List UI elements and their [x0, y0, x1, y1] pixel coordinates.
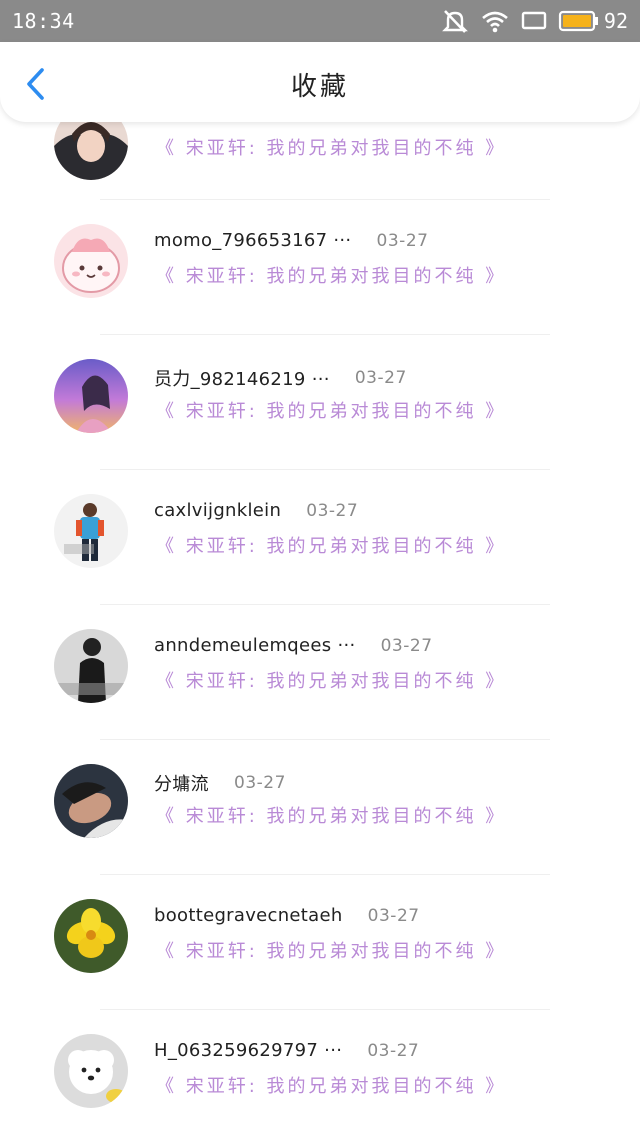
page-title: 收藏 — [290, 72, 349, 102]
user-name[interactable]: momo_796653167 ··· — [154, 230, 351, 251]
list-item[interactable]: 员力_982146219 ··· 03-27 《 宋亚轩: 我的兄弟对我目的不纯… — [0, 335, 640, 470]
item-date: 03-27 — [234, 773, 286, 793]
favorite-title[interactable]: 《 宋亚轩: 我的兄弟对我目的不纯 》 — [156, 1072, 506, 1098]
user-name[interactable]: boottegravecnetaeh — [154, 905, 343, 926]
nav-bar: 收藏 — [0, 42, 640, 122]
favorites-list[interactable]: 《 宋亚轩: 我的兄弟对我目的不纯 》 momo_796653167 ··· 0… — [0, 122, 640, 1138]
favorite-title[interactable]: 《 宋亚轩: 我的兄弟对我目的不纯 》 — [156, 667, 506, 693]
wifi-icon — [482, 11, 508, 33]
favorite-title[interactable]: 《 宋亚轩: 我的兄弟对我目的不纯 》 — [156, 532, 506, 558]
avatar[interactable] — [54, 122, 128, 180]
avatar[interactable] — [54, 629, 128, 703]
screen-icon — [521, 11, 547, 30]
list-item[interactable]: 《 宋亚轩: 我的兄弟对我目的不纯 》 — [0, 122, 640, 200]
list-item[interactable]: 分墉流 03-27 《 宋亚轩: 我的兄弟对我目的不纯 》 — [0, 740, 640, 875]
item-meta: 分墉流 03-27 — [154, 770, 286, 796]
item-date: 03-27 — [380, 635, 433, 656]
user-name[interactable]: H_063259629797 ··· — [154, 1040, 342, 1061]
item-meta: anndemeulemqees ··· 03-27 — [154, 635, 433, 656]
status-time: 18:34 — [12, 9, 75, 33]
favorite-title[interactable]: 《 宋亚轩: 我的兄弟对我目的不纯 》 — [156, 134, 506, 160]
item-date: 03-27 — [367, 905, 420, 926]
item-date: 03-27 — [376, 230, 429, 251]
item-date: 03-27 — [354, 368, 407, 388]
list-item[interactable]: anndemeulemqees ··· 03-27 《 宋亚轩: 我的兄弟对我目… — [0, 605, 640, 740]
user-name[interactable]: caxlvijgnklein — [154, 500, 281, 521]
item-meta: H_063259629797 ··· 03-27 — [154, 1040, 419, 1061]
favorite-title[interactable]: 《 宋亚轩: 我的兄弟对我目的不纯 》 — [156, 397, 506, 423]
avatar[interactable] — [54, 764, 128, 838]
avatar[interactable] — [54, 494, 128, 568]
battery-level: 92 — [603, 9, 628, 33]
item-meta: momo_796653167 ··· 03-27 — [154, 230, 428, 251]
list-item[interactable]: H_063259629797 ··· 03-27 《 宋亚轩: 我的兄弟对我目的… — [0, 1010, 640, 1138]
battery-icon — [558, 10, 598, 32]
item-meta: caxlvijgnklein 03-27 — [154, 500, 358, 521]
item-meta: boottegravecnetaeh 03-27 — [154, 905, 420, 926]
favorite-title[interactable]: 《 宋亚轩: 我的兄弟对我目的不纯 》 — [156, 262, 506, 288]
item-meta: 员力_982146219 ··· 03-27 — [154, 365, 407, 391]
item-date: 03-27 — [367, 1040, 420, 1061]
mute-icon — [442, 10, 468, 33]
avatar[interactable] — [54, 359, 128, 433]
avatar[interactable] — [54, 224, 128, 298]
list-item[interactable]: caxlvijgnklein 03-27 《 宋亚轩: 我的兄弟对我目的不纯 》 — [0, 470, 640, 605]
list-item[interactable]: boottegravecnetaeh 03-27 《 宋亚轩: 我的兄弟对我目的… — [0, 875, 640, 1010]
list-item[interactable]: momo_796653167 ··· 03-27 《 宋亚轩: 我的兄弟对我目的… — [0, 200, 640, 335]
avatar[interactable] — [54, 899, 128, 973]
avatar[interactable] — [54, 1034, 128, 1108]
status-bar: 18:34 92 — [0, 0, 640, 42]
favorite-title[interactable]: 《 宋亚轩: 我的兄弟对我目的不纯 》 — [156, 802, 506, 828]
user-name[interactable]: 分墉流 — [154, 770, 209, 796]
user-name[interactable]: 员力_982146219 ··· — [154, 365, 330, 391]
user-name[interactable]: anndemeulemqees ··· — [154, 635, 356, 656]
favorite-title[interactable]: 《 宋亚轩: 我的兄弟对我目的不纯 》 — [156, 937, 506, 963]
item-date: 03-27 — [306, 500, 359, 521]
